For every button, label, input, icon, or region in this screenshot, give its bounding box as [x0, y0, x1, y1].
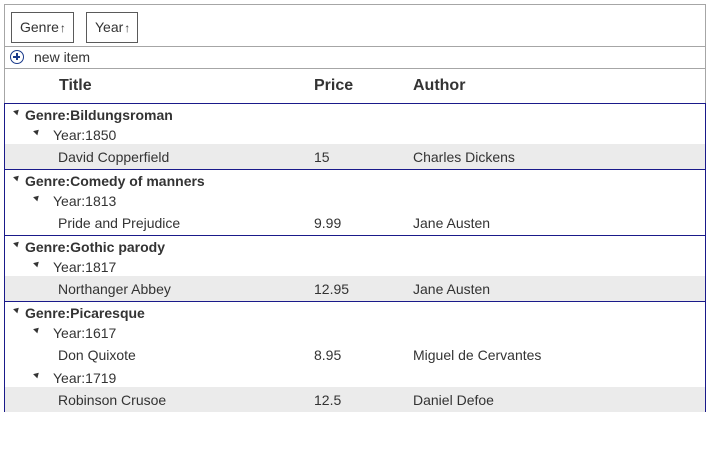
cell-author: Daniel Defoe [413, 392, 494, 408]
group-header-genre[interactable]: Genre:Bildungsroman [5, 104, 705, 124]
year-label: Year:1850 [53, 127, 117, 143]
year-label: Year:1719 [53, 370, 117, 386]
group-header-year[interactable]: Year:1719 [5, 367, 705, 387]
group-header-genre[interactable]: Genre:Picaresque [5, 302, 705, 322]
table-row[interactable]: Don Quixote 8.95 Miguel de Cervantes [5, 342, 705, 367]
group-genre: Genre:Gothic parody Year:1817 Northanger… [4, 235, 706, 301]
group-header-year[interactable]: Year:1850 [5, 124, 705, 144]
group-header-genre[interactable]: Genre:Comedy of manners [5, 170, 705, 190]
table-row[interactable]: Northanger Abbey 12.95 Jane Austen [5, 276, 705, 301]
group-header-year[interactable]: Year:1813 [5, 190, 705, 210]
cell-price: 9.99 [314, 215, 342, 231]
group-header-genre[interactable]: Genre:Gothic parody [5, 236, 705, 256]
group-chip-genre[interactable]: Genre↑ [11, 12, 74, 43]
genre-label: Genre:Comedy of manners [25, 173, 205, 189]
cell-title: Robinson Crusoe [58, 392, 167, 408]
collapse-triangle-icon[interactable] [13, 305, 21, 314]
group-header-year[interactable]: Year:1817 [5, 256, 705, 276]
collapse-triangle-icon[interactable] [33, 370, 41, 379]
group-chip-label: Genre [20, 19, 59, 35]
year-label: Year:1817 [53, 259, 117, 275]
cell-author: Charles Dickens [413, 149, 515, 165]
add-circle-icon [10, 50, 24, 64]
table-row[interactable]: Pride and Prejudice 9.99 Jane Austen [5, 210, 705, 235]
cell-author: Miguel de Cervantes [413, 347, 542, 363]
group-header-year[interactable]: Year:1617 [5, 322, 705, 342]
cell-title: Pride and Prejudice [58, 215, 181, 231]
collapse-triangle-icon[interactable] [33, 127, 41, 136]
cell-price: 8.95 [314, 347, 342, 363]
collapse-triangle-icon[interactable] [33, 193, 41, 202]
collapse-triangle-icon[interactable] [33, 325, 41, 334]
cell-title: David Copperfield [58, 149, 170, 165]
column-header-row: Title Price Author [4, 69, 706, 103]
group-genre: Genre:Bildungsroman Year:1850 David Copp… [4, 103, 706, 169]
year-label: Year:1813 [53, 193, 117, 209]
cell-title: Don Quixote [58, 347, 136, 363]
collapse-triangle-icon[interactable] [13, 173, 21, 182]
group-chip-label: Year [95, 19, 124, 35]
column-header-author[interactable]: Author [413, 77, 465, 95]
genre-label: Genre:Bildungsroman [25, 107, 173, 123]
collapse-triangle-icon[interactable] [13, 239, 21, 248]
sort-ascending-icon: ↑ [59, 21, 66, 35]
genre-label: Genre:Gothic parody [25, 239, 166, 255]
new-item-button[interactable]: new item [4, 47, 706, 69]
cell-price: 12.95 [314, 281, 350, 297]
table-row[interactable]: Robinson Crusoe 12.5 Daniel Defoe [5, 387, 705, 412]
column-header-title[interactable]: Title [59, 77, 92, 95]
year-label: Year:1617 [53, 325, 117, 341]
collapse-triangle-icon[interactable] [33, 259, 41, 268]
cell-author: Jane Austen [413, 281, 491, 297]
group-by-panel: Genre↑ Year↑ [4, 4, 706, 47]
table-row[interactable]: David Copperfield 15 Charles Dickens [5, 144, 705, 169]
sort-ascending-icon: ↑ [124, 21, 131, 35]
group-genre: Genre:Picaresque Year:1617 Don Quixote 8… [4, 301, 706, 412]
new-item-label: new item [34, 49, 91, 65]
cell-title: Northanger Abbey [58, 281, 171, 297]
cell-author: Jane Austen [413, 215, 491, 231]
collapse-triangle-icon[interactable] [13, 107, 21, 116]
cell-price: 15 [314, 149, 330, 165]
group-chip-year[interactable]: Year↑ [86, 12, 138, 43]
cell-price: 12.5 [314, 392, 342, 408]
column-header-price[interactable]: Price [314, 77, 353, 95]
group-genre: Genre:Comedy of manners Year:1813 Pride … [4, 169, 706, 235]
grouped-data-grid: Genre:Bildungsroman Year:1850 David Copp… [4, 103, 706, 412]
genre-label: Genre:Picaresque [25, 305, 145, 321]
